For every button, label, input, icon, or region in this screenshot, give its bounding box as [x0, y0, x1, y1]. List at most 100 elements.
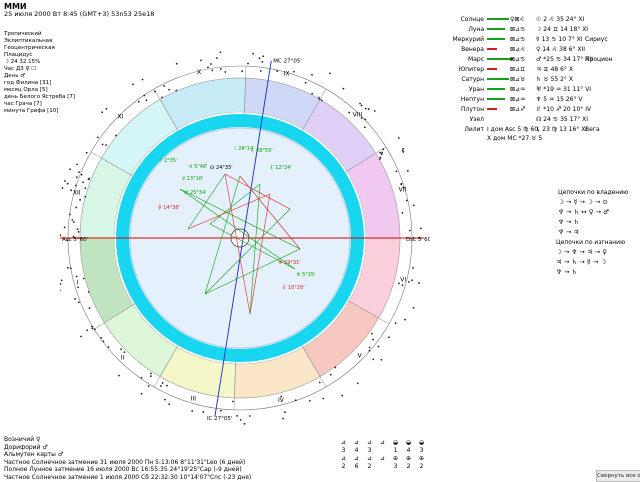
star-dot: [404, 319, 406, 321]
planet-row[interactable]: Сатурн⊠⊿♉♄ ♉ 55 2° X: [440, 76, 640, 86]
planet-name: Солнце: [461, 16, 484, 23]
house-number: II: [121, 355, 125, 362]
star-dot: [61, 279, 63, 281]
planet-row[interactable]: Венера⊠⊿♌♀ 14 ♌ 38 6° XII: [440, 46, 640, 56]
house-number: X: [197, 69, 201, 76]
planet-name: Меркурий: [453, 36, 484, 43]
planet-row[interactable]: Солнце♀⊠♌☉ 2 ♌ 35 24° XI: [440, 16, 640, 26]
element-count: 4: [402, 446, 415, 454]
star-dot: [75, 185, 77, 187]
star-dot: [411, 279, 413, 281]
star-dot: [371, 333, 373, 335]
element-count: 2: [402, 462, 415, 470]
star-dot: [241, 70, 243, 72]
natal-chart-wheel[interactable]: IIIIIIIVVVIVIIVIIIIXXXIXIIAsc 5°60'Dsc 5…: [60, 44, 430, 428]
planet-glyph-label: ♀ 14°38': [158, 205, 180, 211]
planet-row[interactable]: Марс⊠⊿♋♂ *25 ♋ 34 17° XIIПроцион: [440, 56, 640, 66]
chain-line: ♆ → ♄: [556, 268, 625, 276]
star-dot: [176, 63, 178, 65]
planet-position: ♇ *10 ♐ 20 10° IV: [536, 106, 591, 113]
chain-line: ♆ → ♃: [558, 228, 628, 236]
element-count: 3: [363, 446, 376, 454]
planet-star-note: Процион: [585, 56, 613, 63]
planet-row[interactable]: Луна⊠⊿♋☽ 24 ♊ 14 18° XI: [440, 26, 640, 36]
element-count: 2: [363, 462, 376, 470]
star-dot: [86, 329, 88, 331]
star-dot: [379, 152, 381, 154]
planet-glyph-label: ♅ 19°31': [278, 260, 301, 266]
star-dot: [378, 346, 380, 348]
elements-table: ⊿ ⊿ ⊿ ⊿ ◒ ◒ ◒ 3 4 3 1 4 3 ⊿ ⊿ ⊿ ⊿ ⊕ ⊕ ⊕ …: [337, 438, 428, 470]
star-dot: [166, 385, 168, 387]
planet-state-icons: ⊠⊿♋: [510, 26, 525, 33]
house-number: VI: [400, 277, 406, 284]
star-dot: [73, 221, 75, 223]
star-dot: [249, 415, 251, 417]
planet-state-icons: ⊠⊿♋: [510, 36, 525, 43]
star-dot: [150, 375, 152, 377]
star-dot: [88, 178, 90, 180]
planet-name: Луна: [468, 26, 484, 33]
planet-row[interactable]: Уран⊠⊿♒♅ *19 ♒ 31 11° VI: [440, 86, 640, 96]
star-dot: [138, 101, 140, 103]
house-number: IX: [284, 71, 290, 78]
planet-glyph-label: ⚸ 12°24': [270, 165, 292, 171]
star-dot: [381, 153, 383, 155]
star-dot: [211, 70, 213, 72]
house-number: VIII: [353, 111, 363, 118]
star-dot: [91, 326, 93, 328]
star-dot: [67, 267, 69, 269]
star-dot: [142, 79, 144, 81]
star-dot: [295, 399, 297, 401]
star-dot: [259, 57, 261, 59]
house-number: IV: [278, 397, 285, 404]
star-dot: [78, 301, 80, 303]
planet-row[interactable]: Юпитер⊠⊿♊♃ ♊ 48 6° X: [440, 66, 640, 76]
star-dot: [369, 350, 371, 352]
star-dot: [305, 82, 307, 84]
planet-strength-bar: [487, 18, 509, 20]
planet-name: Лилит: [464, 126, 484, 133]
star-dot: [381, 152, 383, 154]
star-dot: [91, 328, 93, 330]
planet-row[interactable]: Узел☊ 24 ♋ 35 17° XI: [440, 116, 640, 126]
star-dot: [420, 227, 422, 229]
planet-position: ☉ 2 ♌ 35 24° XI: [536, 16, 584, 23]
star-dot: [374, 110, 376, 112]
planet-position: ♃ ♊ 48 6° X: [536, 66, 573, 73]
element-count: 4: [350, 446, 363, 454]
info-line: Полное Лунное затмение 16 июля 2000 Вс 1…: [4, 466, 251, 474]
star-dot: [379, 158, 381, 160]
element-icon: ◒: [402, 438, 415, 446]
asc-label: Asc 5°60': [62, 237, 88, 243]
planet-row[interactable]: Меркурий⊠⊿♋☿ 13 ♋ 10 7° XIСириус: [440, 36, 640, 46]
star-dot: [262, 55, 264, 57]
star-dot: [148, 385, 150, 387]
star-dot: [146, 99, 148, 101]
mc-label: MC 27°05': [273, 59, 302, 65]
star-dot: [359, 103, 361, 105]
planet-row[interactable]: Нептун⊠⊿♒♆ 5 ♒ 15 26° V: [440, 96, 640, 106]
star-dot: [67, 183, 69, 185]
star-dot: [115, 135, 117, 137]
planet-state-icons: ⊠⊿♌: [510, 46, 525, 53]
planet-position: ☊ 24 ♋ 35 17° XI: [536, 116, 588, 123]
house-number: VII: [399, 186, 407, 193]
star-dot: [282, 418, 284, 420]
element-icon: ◒: [389, 438, 402, 446]
star-dot: [162, 382, 164, 384]
star-dot: [232, 401, 234, 403]
planet-strength-bar: [487, 38, 505, 40]
planet-state-icons: ⊠⊿♒: [510, 86, 525, 93]
star-dot: [118, 375, 120, 377]
chain-line: ♃ → ♄ → ☿ → ☽: [556, 258, 625, 266]
star-dot: [364, 126, 366, 128]
star-dot: [319, 98, 321, 100]
mc-line: X дом MC *27 ♉ 5: [487, 135, 542, 144]
star-dot: [369, 347, 371, 349]
minimize-all-button[interactable]: Свернуть все окна: [596, 470, 640, 482]
star-dot: [154, 91, 156, 93]
star-dot: [78, 231, 80, 233]
planet-row[interactable]: Плутон⊠⊿♐♇ *10 ♐ 20 10° IV: [440, 106, 640, 116]
planet-star-note: Сириус: [585, 36, 608, 43]
